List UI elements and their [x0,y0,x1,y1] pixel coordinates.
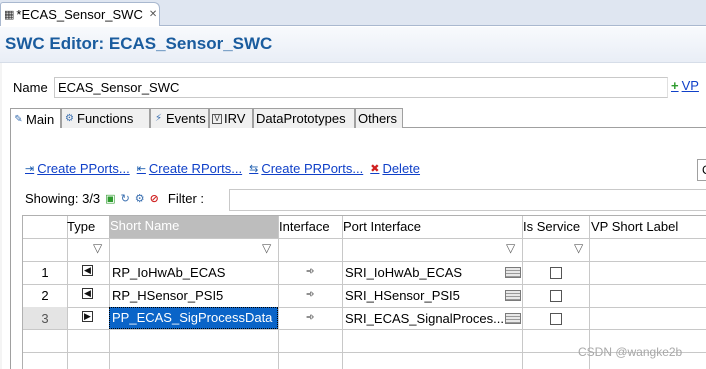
is-service-checkbox[interactable] [550,267,562,279]
short-name-cell[interactable]: RP_IoHwAb_ECAS [112,265,277,280]
refresh-icon[interactable]: ↻ [121,192,130,205]
column-header-vp-short-label[interactable]: VP Short Label [591,219,706,234]
tab-others[interactable]: Others [355,108,403,128]
irv-icon: V [212,113,222,124]
interface-table-icon[interactable] [505,267,521,278]
watermark: CSDN @wangke2b [578,345,683,359]
funnel-icon[interactable]: ▽ [574,241,583,255]
tab-events-label: Events [166,111,206,126]
tab-irv-label: IRV [224,111,246,126]
column-header-is-service[interactable]: Is Service [523,219,589,234]
export-icon[interactable]: ▣ [105,192,115,205]
rport-icon: ◀ [82,288,93,299]
delete-link[interactable]: ✖ Delete [370,161,420,176]
swc-file-icon: ▦ [4,9,15,21]
create-rports-link[interactable]: ⇤ Create RPorts... [137,161,242,176]
editor-tab-ecas-sensor-swc[interactable]: ▦ *ECAS_Sensor_SWC ✕ [0,2,160,26]
create-rports-label: Create RPorts... [148,161,243,176]
short-name-cell[interactable]: RP_HSensor_PSI5 [112,288,277,303]
create-pports-link[interactable]: ⇥ Create PPorts... [25,161,130,176]
interface-table-icon[interactable] [505,290,521,301]
rport-icon: ◀ [82,265,93,276]
port-interface-cell[interactable]: SRI_HSensor_PSI5 [345,288,503,303]
column-header-port-interface[interactable]: Port Interface [343,219,521,234]
column-header-type[interactable]: Type [67,219,109,234]
row-number: 2 [41,288,49,303]
filter-input[interactable] [229,189,706,211]
tab-functions-label: Functions [77,111,134,126]
main-icon: ✎ [14,113,23,125]
filter-label: Filter : [167,191,205,206]
delete-label: Delete [382,161,421,176]
create-prports-label: Create PRPorts... [261,161,364,176]
column-header-short-name[interactable]: Short Name [109,216,278,238]
tab-irv[interactable]: V IRV [209,108,253,128]
functions-icon: ⚙ [65,113,74,124]
sender-receiver-icon: ➾ [306,312,315,323]
row-number: 3 [41,311,49,326]
clear-filter-icon[interactable]: ⊘ [150,192,159,205]
tab-events[interactable]: ⚡ Events [150,108,209,128]
plus-icon: + [671,78,679,93]
vp-link[interactable]: + VP [671,78,699,93]
name-field[interactable] [54,77,668,98]
funnel-icon[interactable]: ▽ [506,241,515,255]
showing-count: Showing: 3/3 [25,191,101,206]
editor-left-band [0,27,2,369]
port-interface-cell[interactable]: SRI_IoHwAb_ECAS [345,265,503,280]
tab-functions[interactable]: ⚙ Functions [61,108,150,128]
port-action-bar: ⇥ Create PPorts... ⇤ Create RPorts... ⇆ Cre… [25,161,427,176]
page-tab-bar: ✎ Main ⚙ Functions ⚡ Events V IRV DataPr… [10,108,706,129]
pport-add-icon: ⇥ [25,163,35,175]
is-service-checkbox[interactable] [550,313,562,325]
funnel-icon[interactable]: ▽ [262,241,271,255]
editor-header: SWC Editor: ECAS_Sensor_SWC [0,27,706,63]
pport-icon: ▶ [82,311,93,322]
events-icon: ⚡ [154,113,163,124]
filter-settings-icon[interactable]: ⚙ [135,192,145,205]
rport-add-icon: ⇤ [136,163,146,175]
interface-table-icon[interactable] [505,313,521,324]
vp-link-label: VP [681,78,699,93]
tab-dataprototypes[interactable]: DataPrototypes [253,108,355,128]
tab-dataprototypes-label: DataPrototypes [256,111,346,126]
prport-add-icon: ⇆ [249,163,259,175]
row-number: 1 [41,265,49,280]
create-pports-label: Create PPorts... [37,161,130,176]
close-icon[interactable]: ✕ [149,9,157,20]
page-title: SWC Editor: ECAS_Sensor_SWC [5,34,273,53]
sender-receiver-icon: ➾ [306,266,315,277]
tab-others-label: Others [358,111,398,126]
column-header-interface[interactable]: Interface [279,219,342,234]
create-prports-link[interactable]: ⇆ Create PRPorts... [249,161,363,176]
is-service-checkbox[interactable] [550,290,562,302]
editor-tab-label: *ECAS_Sensor_SWC [16,7,143,22]
port-interface-cell[interactable]: SRI_ECAS_SignalProces... [345,311,503,326]
short-name-cell-selected[interactable]: PP_ECAS_SigProcessData [109,307,278,329]
delete-icon: ✖ [370,163,380,175]
tab-main[interactable]: ✎ Main [10,108,61,129]
right-combo[interactable]: C [697,159,706,181]
funnel-icon[interactable]: ▽ [93,241,102,255]
name-label: Name [13,80,48,95]
filter-bar: Showing: 3/3 ▣ ↻ ⚙ ⊘ Filter : [25,191,209,206]
editor-tab-strip: ▦ *ECAS_Sensor_SWC ✕ [0,0,706,26]
tab-main-label: Main [26,111,55,127]
sender-receiver-icon: ➾ [306,289,315,300]
